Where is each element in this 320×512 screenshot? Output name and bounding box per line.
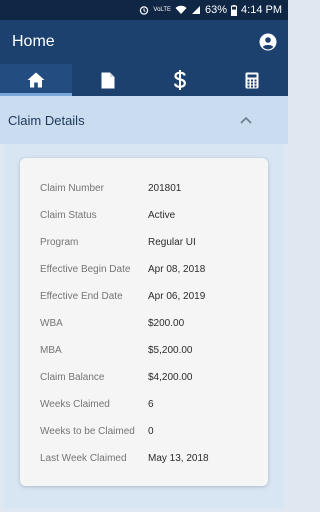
chevron-up-icon[interactable]: [236, 110, 256, 130]
detail-value: 6: [148, 398, 154, 410]
detail-label: Program: [40, 236, 79, 248]
tab-calculator[interactable]: [216, 64, 288, 96]
page-title: Home: [12, 33, 55, 50]
document-icon: [101, 72, 115, 88]
volte-indicator: VoLTE: [153, 7, 171, 13]
status-time: 4:14 PM: [241, 4, 282, 16]
detail-row-weeks-to-be-claimed: Weeks to be Claimed 0: [40, 421, 268, 441]
detail-row-wba: WBA $200.00: [40, 313, 268, 333]
detail-value: Apr 06, 2019: [148, 290, 206, 302]
detail-value: May 13, 2018: [148, 452, 209, 464]
battery-percent: 63%: [205, 4, 228, 16]
tab-document[interactable]: [72, 64, 144, 96]
tab-payments[interactable]: [144, 64, 216, 96]
detail-value: $200.00: [148, 317, 185, 329]
detail-label: WBA: [40, 317, 63, 329]
detail-label: Last Week Claimed: [40, 452, 127, 464]
detail-row-claim-status: Claim Status Active: [40, 205, 268, 225]
account-button[interactable]: [258, 32, 278, 52]
detail-row-claim-balance: Claim Balance $4,200.00: [40, 367, 268, 387]
detail-row-mba: MBA $5,200.00: [40, 340, 268, 360]
detail-label: MBA: [40, 344, 62, 356]
detail-label: Claim Status: [40, 209, 97, 221]
detail-value: 0: [148, 425, 154, 437]
claim-details-header[interactable]: Claim Details: [0, 96, 288, 144]
detail-label: Claim Number: [40, 182, 104, 194]
wifi-icon: [175, 5, 187, 15]
claim-details-section: Claim Details Claim Number 201801 Claim …: [0, 96, 288, 512]
tab-home[interactable]: [0, 64, 72, 96]
dollar-icon: [174, 70, 186, 90]
detail-label: Weeks to be Claimed: [40, 425, 135, 437]
detail-value: 201801: [148, 182, 182, 194]
tab-bar: [0, 64, 288, 96]
alarm-icon: [139, 5, 149, 15]
detail-row-effective-end-date: Effective End Date Apr 06, 2019: [40, 286, 268, 306]
detail-value: Apr 08, 2018: [148, 263, 206, 275]
detail-label: Claim Balance: [40, 371, 105, 383]
detail-label: Effective End Date: [40, 290, 123, 302]
calculator-icon: [245, 72, 259, 88]
battery-icon: [231, 4, 238, 16]
claim-details-card: Claim Number 201801 Claim Status Active …: [20, 158, 268, 486]
app-bar: Home: [0, 20, 288, 64]
detail-row-last-week-claimed: Last Week Claimed May 13, 2018: [40, 448, 268, 468]
section-title: Claim Details: [8, 112, 85, 128]
status-bar: VoLTE 63% 4:14 PM: [0, 0, 288, 20]
home-icon: [27, 72, 45, 88]
detail-label: Effective Begin Date: [40, 263, 131, 275]
detail-value: Regular UI: [148, 236, 196, 248]
detail-row-claim-number: Claim Number 201801: [40, 178, 268, 198]
signal-icon: [191, 5, 201, 15]
account-circle-icon: [259, 33, 277, 51]
detail-row-program: Program Regular UI: [40, 232, 268, 252]
detail-value: $5,200.00: [148, 344, 193, 356]
detail-row-effective-begin-date: Effective Begin Date Apr 08, 2018: [40, 259, 268, 279]
detail-label: Weeks Claimed: [40, 398, 110, 410]
detail-row-weeks-claimed: Weeks Claimed 6: [40, 394, 268, 414]
detail-value: Active: [148, 209, 176, 221]
detail-value: $4,200.00: [148, 371, 193, 383]
